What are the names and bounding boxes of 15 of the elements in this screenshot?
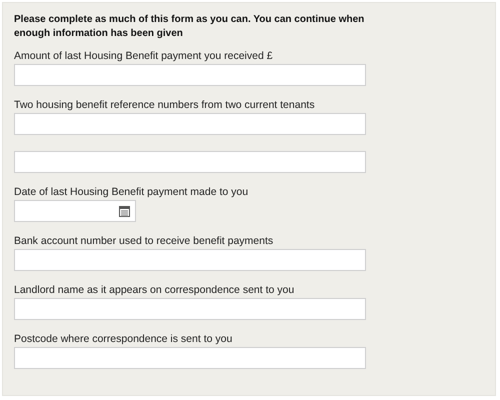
input-field[interactable] (14, 151, 366, 173)
input-field[interactable] (14, 249, 366, 271)
input-field[interactable] (14, 298, 366, 320)
field-label: Date of last Housing Benefit payment made to you (14, 186, 250, 198)
calendar-icon[interactable] (119, 206, 130, 216)
field-label: Postcode where correspondence is sent to you (14, 333, 234, 345)
date-field[interactable] (14, 200, 136, 222)
field-label: Amount of last Housing Benefit payment you received £ (14, 50, 274, 62)
field-label: Bank account number used to receive benefit payments (14, 235, 274, 247)
field-label: Landlord name as it appears on correspondence sent to you (14, 284, 296, 296)
field-label: Two housing benefit reference numbers from two current tenants (14, 99, 316, 111)
input-field[interactable] (14, 113, 366, 135)
input-field[interactable] (14, 64, 366, 86)
input-field[interactable] (14, 347, 366, 369)
form-instructions: Please complete as much of this form as you can. You can continue when enough information has been given (14, 13, 366, 41)
